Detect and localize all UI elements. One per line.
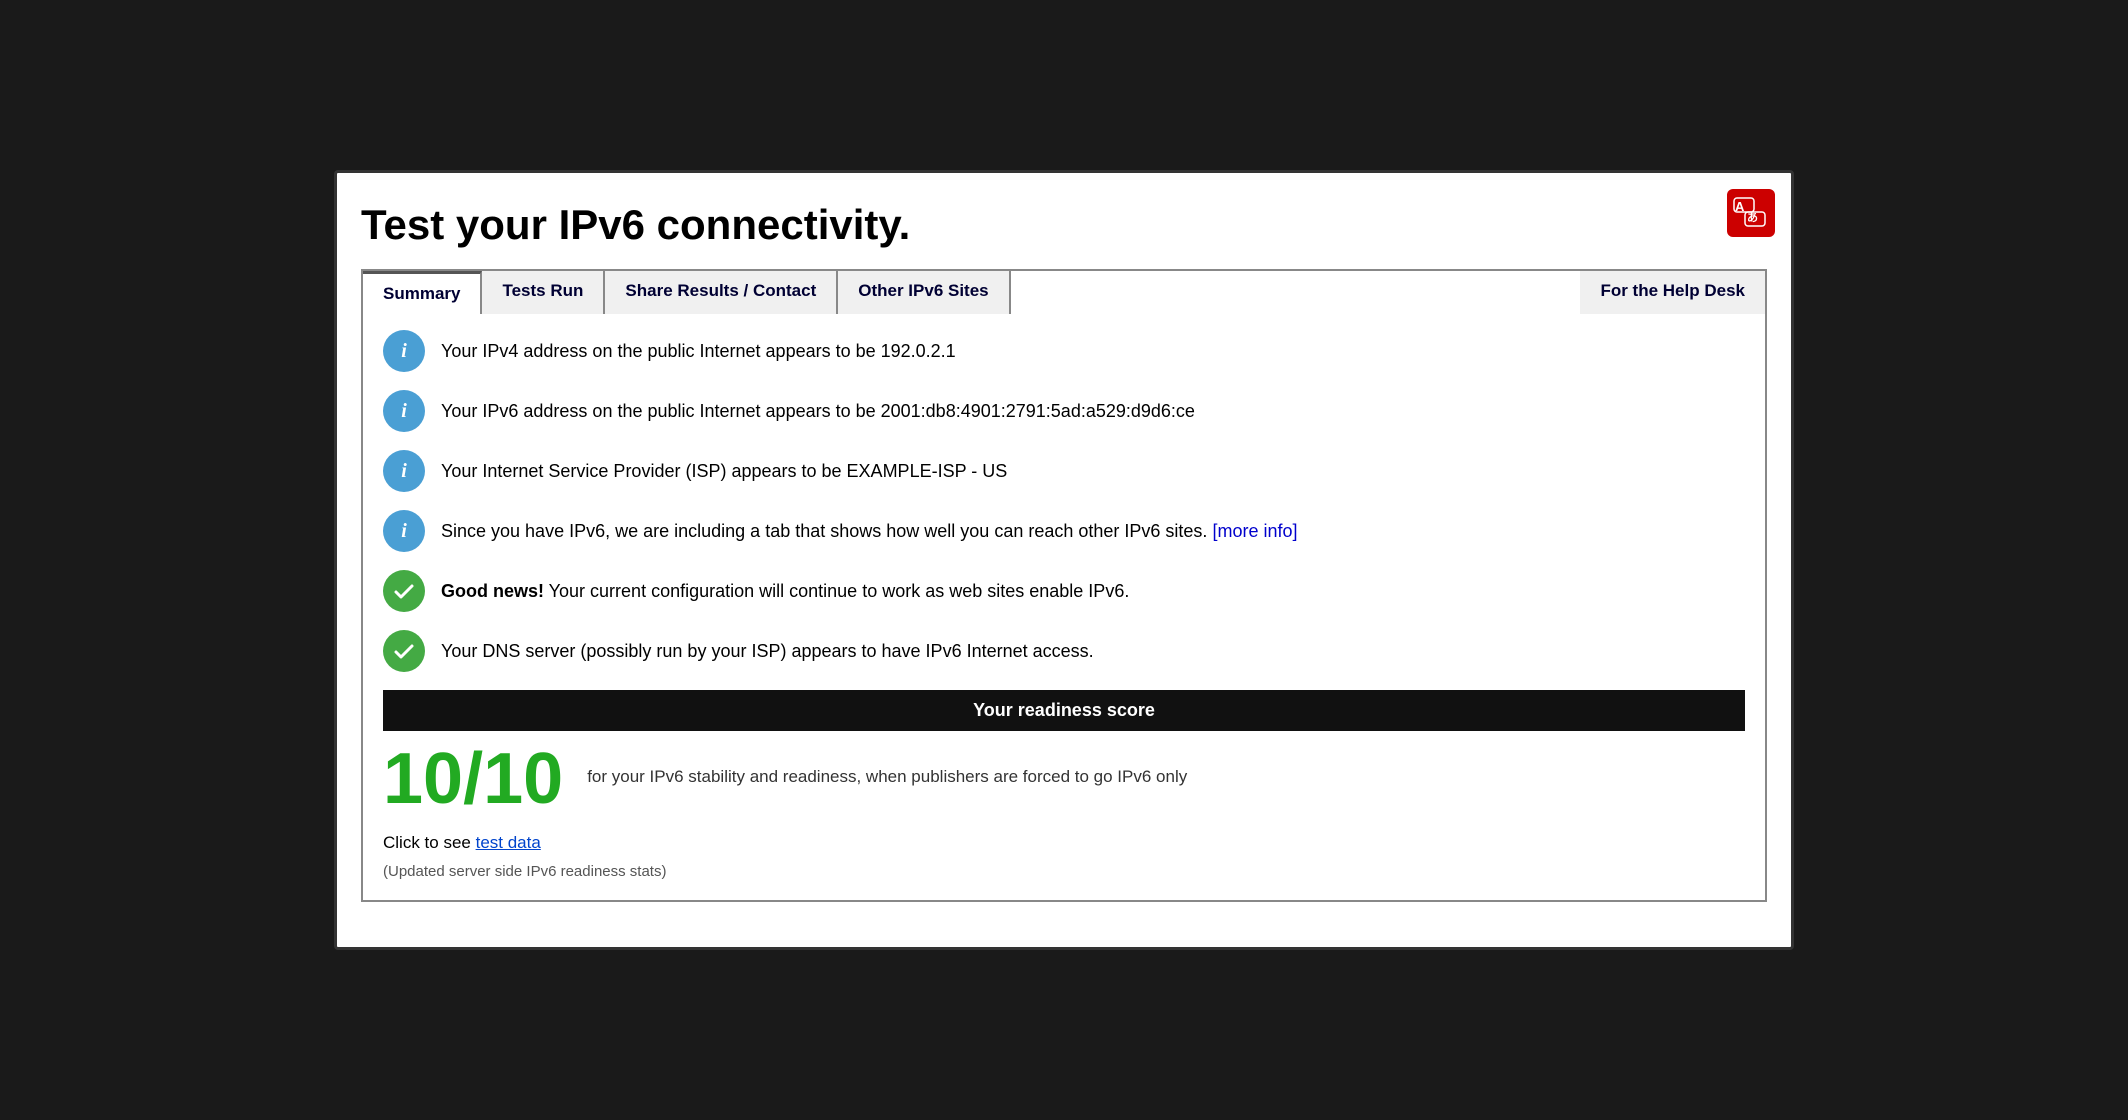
info-icon-2: i bbox=[383, 390, 425, 432]
test-data-link[interactable]: test data bbox=[476, 833, 541, 852]
tab-summary[interactable]: Summary bbox=[363, 271, 482, 314]
info-icon-3: i bbox=[383, 450, 425, 492]
tab-spacer bbox=[1011, 271, 1581, 314]
translate-icon[interactable]: A あ bbox=[1727, 189, 1775, 237]
tab-tests-run[interactable]: Tests Run bbox=[482, 271, 605, 314]
isp-text: Your Internet Service Provider (ISP) app… bbox=[441, 461, 1007, 482]
tab-info-text: Since you have IPv6, we are including a … bbox=[441, 521, 1298, 542]
test-data-row: Click to see test data bbox=[383, 833, 1745, 853]
info-row-ipv4: i Your IPv4 address on the public Intern… bbox=[383, 330, 1745, 372]
tab-other-ipv6-sites[interactable]: Other IPv6 Sites bbox=[838, 271, 1010, 314]
score-row: 10/10 for your IPv6 stability and readin… bbox=[383, 739, 1745, 815]
info-icon-1: i bbox=[383, 330, 425, 372]
browser-window: A あ Test your IPv6 connectivity. Summary… bbox=[334, 170, 1794, 950]
check-row-dns: Your DNS server (possibly run by your IS… bbox=[383, 630, 1745, 672]
ipv6-address-text: Your IPv6 address on the public Internet… bbox=[441, 401, 1195, 422]
score-description: for your IPv6 stability and readiness, w… bbox=[587, 739, 1187, 787]
score-number: 10/10 bbox=[383, 743, 563, 815]
content-area: i Your IPv4 address on the public Intern… bbox=[361, 314, 1767, 902]
check-icon-2 bbox=[383, 630, 425, 672]
info-icon-4: i bbox=[383, 510, 425, 552]
good-news-text: Good news! Your current configuration wi… bbox=[441, 581, 1129, 602]
ipv4-address-text: Your IPv4 address on the public Internet… bbox=[441, 341, 956, 362]
score-bar: Your readiness score bbox=[383, 690, 1745, 731]
svg-text:あ: あ bbox=[1747, 211, 1758, 224]
info-row-ipv6: i Your IPv6 address on the public Intern… bbox=[383, 390, 1745, 432]
more-info-link[interactable]: [more info] bbox=[1212, 521, 1297, 541]
check-icon-1 bbox=[383, 570, 425, 612]
update-note: (Updated server side IPv6 readiness stat… bbox=[383, 863, 1745, 880]
check-row-good-news: Good news! Your current configuration wi… bbox=[383, 570, 1745, 612]
dns-text: Your DNS server (possibly run by your IS… bbox=[441, 641, 1094, 662]
page-title: Test your IPv6 connectivity. bbox=[361, 193, 1767, 249]
tab-share-results[interactable]: Share Results / Contact bbox=[605, 271, 838, 314]
tabs-container: Summary Tests Run Share Results / Contac… bbox=[361, 269, 1767, 314]
tab-help-desk[interactable]: For the Help Desk bbox=[1580, 271, 1765, 314]
info-row-tab-info: i Since you have IPv6, we are including … bbox=[383, 510, 1745, 552]
info-row-isp: i Your Internet Service Provider (ISP) a… bbox=[383, 450, 1745, 492]
